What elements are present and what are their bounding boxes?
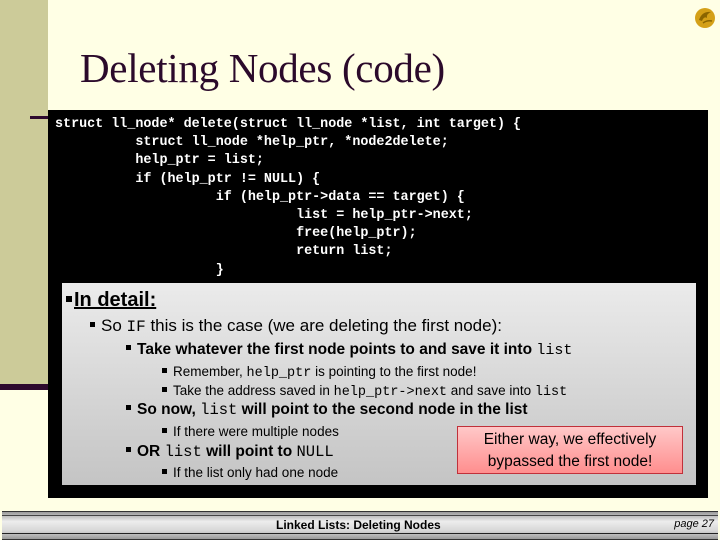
footer-bar: Linked Lists: Deleting Nodes page 27 bbox=[0, 510, 720, 540]
code-line: if (help_ptr->data == target) { bbox=[55, 189, 465, 205]
bullet-line: If there were multiple nodes bbox=[162, 424, 339, 439]
bullet-icon bbox=[162, 367, 167, 373]
bullet-line: OR list will point to NULL bbox=[126, 443, 334, 461]
code-line: struct ll_node *help_ptr, *node2delete; bbox=[55, 135, 449, 151]
bullet-line: So IF this is the case (we are deleting … bbox=[90, 316, 502, 336]
pegasus-logo-icon bbox=[695, 8, 715, 28]
code-line: if (help_ptr != NULL) { bbox=[55, 171, 321, 187]
bullet-icon bbox=[162, 386, 167, 392]
footer-title: Linked Lists: Deleting Nodes bbox=[276, 518, 441, 532]
callout-line: Either way, we effectively bbox=[483, 431, 657, 448]
callout-note: Either way, we effectively bypassed the … bbox=[457, 426, 683, 474]
bullet-icon bbox=[90, 322, 95, 328]
bullet-line: Take the address saved in help_ptr->next… bbox=[162, 383, 567, 400]
code-line: return list; bbox=[55, 244, 393, 260]
detail-panel: In detail: So IF this is the case (we ar… bbox=[62, 283, 696, 485]
code-line: list = help_ptr->next; bbox=[55, 208, 473, 224]
footer-divider bbox=[2, 533, 718, 534]
bullet-icon bbox=[126, 345, 131, 351]
detail-heading: In detail: bbox=[66, 289, 156, 312]
callout-line: bypassed the first node! bbox=[487, 453, 653, 470]
bullet-icon bbox=[66, 295, 72, 302]
code-panel: struct ll_node* delete(struct ll_node *l… bbox=[48, 110, 708, 498]
code-line: help_ptr = list; bbox=[55, 153, 264, 169]
code-line: } bbox=[55, 262, 224, 278]
bullet-icon bbox=[162, 427, 167, 433]
bullet-icon bbox=[126, 447, 131, 453]
sidebar-band bbox=[0, 0, 48, 384]
bullet-line: So now, list will point to the second no… bbox=[126, 401, 528, 419]
page-number: page 27 bbox=[674, 518, 714, 530]
bullet-line: Remember, help_ptr is pointing to the fi… bbox=[162, 364, 476, 381]
bullet-icon bbox=[126, 405, 131, 411]
title-rule bbox=[30, 116, 50, 119]
sidebar-accent-bar bbox=[0, 384, 48, 390]
code-line: free(help_ptr); bbox=[55, 226, 417, 242]
code-block: struct ll_node* delete(struct ll_node *l… bbox=[55, 116, 521, 280]
bullet-line: If the list only had one node bbox=[162, 465, 338, 480]
bullet-icon bbox=[162, 468, 167, 474]
bullet-line: Take whatever the first node points to a… bbox=[126, 341, 572, 359]
footer-divider bbox=[2, 515, 718, 516]
slide-title: Deleting Nodes (code) bbox=[80, 45, 445, 91]
code-line: struct ll_node* delete(struct ll_node *l… bbox=[55, 117, 522, 132]
